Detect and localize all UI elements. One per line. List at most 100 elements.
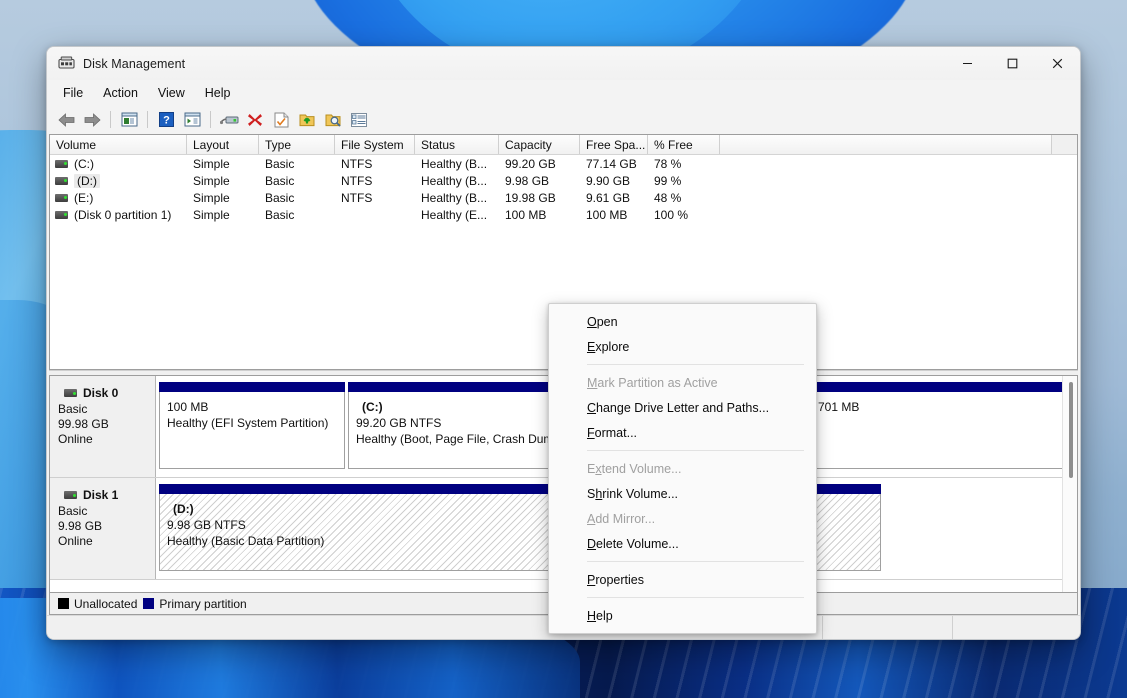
title-bar: Disk Management <box>47 47 1080 80</box>
menu-file[interactable]: File <box>54 83 92 103</box>
volume-row[interactable]: (D:) Simple Basic NTFS Healthy (B... 9.98 GB 9… <box>50 172 1077 189</box>
column-header-layout[interactable]: Layout <box>187 135 259 154</box>
properties-search-icon[interactable] <box>321 109 345 131</box>
menu-help[interactable]: Help <box>196 83 240 103</box>
rescan-disks-icon[interactable] <box>295 109 319 131</box>
column-header-file-system[interactable]: File System <box>335 135 415 154</box>
back-arrow-icon[interactable] <box>54 109 78 131</box>
column-header-capacity[interactable]: Capacity <box>499 135 580 154</box>
cell-layout: Simple <box>193 190 230 205</box>
cell-file-system: NTFS <box>341 190 373 205</box>
cell-percent-free: 100 % <box>654 207 689 222</box>
help-icon[interactable]: ? <box>154 109 178 131</box>
scrollbar-thumb[interactable] <box>1069 382 1073 478</box>
column-header-volume[interactable]: Volume <box>50 135 187 154</box>
show-hide-console-tree-icon[interactable] <box>117 109 141 131</box>
disk-name: Disk 0 <box>83 386 119 400</box>
desktop-background: Disk Management File Action View Help ? Vol <box>0 0 1127 698</box>
legend-label: Primary partition <box>159 596 247 611</box>
all-tasks-icon[interactable] <box>347 109 371 131</box>
menu-item-label: Add Mirror... <box>587 511 656 526</box>
volume-drive-icon <box>55 193 68 202</box>
cell-type: Basic <box>265 156 295 171</box>
volume-list-rows: (C:) Simple Basic NTFS Healthy (B... 99.20 GB… <box>50 155 1077 223</box>
title-bar-left: Disk Management <box>47 56 185 71</box>
show-hide-action-pane-icon[interactable] <box>180 109 204 131</box>
status-bar-segment-1 <box>822 615 952 639</box>
disk-status: Online <box>58 432 93 446</box>
cell-free-space: 9.90 GB <box>586 173 631 188</box>
context-menu-item-delete-volume[interactable]: Delete Volume... <box>549 531 816 556</box>
volume-row[interactable]: (E:) Simple Basic NTFS Healthy (B... 19.98 GB… <box>50 189 1077 206</box>
partition-body: 100 MB Healthy (EFI System Partition) <box>159 392 345 469</box>
menu-item-label: Open <box>587 314 618 329</box>
maximize-button[interactable] <box>990 47 1035 80</box>
refresh-icon[interactable] <box>269 109 293 131</box>
window-controls <box>945 47 1080 80</box>
svg-text:?: ? <box>163 115 170 127</box>
cell-capacity: 100 MB <box>505 207 547 222</box>
partition-size: 701 MB <box>818 400 860 414</box>
cell-percent-free: 99 % <box>654 173 682 188</box>
menu-item-label: Shrink Volume... <box>587 486 679 501</box>
context-menu[interactable]: Open Explore Mark Partition as Active Chang… <box>548 303 817 634</box>
legend-item: Primary partition <box>143 596 247 611</box>
volume-name: (E:) <box>74 190 94 205</box>
menu-bar: File Action View Help <box>47 80 1080 106</box>
menu-action[interactable]: Action <box>94 83 147 103</box>
context-menu-item-shrink-volume[interactable]: Shrink Volume... <box>549 481 816 506</box>
context-menu-item-open[interactable]: Open <box>549 309 816 334</box>
column-header-free-spa[interactable]: Free Spa... <box>580 135 648 154</box>
disk-size: 99.98 GB <box>58 417 109 431</box>
forward-arrow-icon[interactable] <box>80 109 104 131</box>
context-menu-item-add-mirror: Add Mirror... <box>549 506 816 531</box>
cell-volume: (Disk 0 partition 1) <box>50 208 187 222</box>
cell-percent-free: 78 % <box>654 156 682 171</box>
context-menu-item-mark-partition-as-active: Mark Partition as Active <box>549 370 816 395</box>
column-header-status[interactable]: Status <box>415 135 499 154</box>
connect-to-another-computer-icon[interactable] <box>217 109 241 131</box>
context-menu-item-help[interactable]: Help <box>549 603 816 628</box>
column-header-type[interactable]: Type <box>259 135 335 154</box>
legend-swatch <box>143 598 155 609</box>
toolbar-separator <box>210 111 211 128</box>
context-menu-item-explore[interactable]: Explore <box>549 334 816 359</box>
cell-type: Basic <box>265 207 295 222</box>
disk-size: 9.98 GB <box>58 519 103 533</box>
cell-layout: Simple <box>193 156 230 171</box>
partition-type-bar <box>159 382 345 392</box>
close-button[interactable] <box>1035 47 1080 80</box>
volume-row[interactable]: (Disk 0 partition 1) Simple Basic Healthy (… <box>50 206 1077 223</box>
column-header-blank[interactable] <box>720 135 1052 154</box>
volume-name: (Disk 0 partition 1) <box>74 207 172 222</box>
disk-management-window: Disk Management File Action View Help ? Vol <box>46 46 1081 640</box>
volume-drive-icon <box>55 159 68 168</box>
window-title: Disk Management <box>83 56 186 71</box>
menu-item-label: Properties <box>587 572 644 587</box>
column-header--free[interactable]: % Free <box>648 135 720 154</box>
volume-row[interactable]: (C:) Simple Basic NTFS Healthy (B... 99.20 GB… <box>50 155 1077 172</box>
minimize-button[interactable] <box>945 47 990 80</box>
menu-view[interactable]: View <box>149 83 194 103</box>
cell-capacity: 99.20 GB <box>505 156 556 171</box>
disk-type: Basic <box>58 504 88 518</box>
disk-info-panel[interactable]: Disk 0 Basic 99.98 GB Online <box>50 376 156 477</box>
toolbar-separator <box>110 111 111 128</box>
cell-volume: (C:) <box>50 157 187 171</box>
disk-icon <box>64 491 77 499</box>
cell-status: Healthy (E... <box>421 207 488 222</box>
partition-type-bar <box>810 382 1068 392</box>
volume-list-header: Volume Layout Type File System Status Capacit… <box>50 135 1077 155</box>
context-menu-separator <box>587 597 804 598</box>
partition-block[interactable]: 701 MB <box>810 382 1068 469</box>
context-menu-item-extend-volume: Extend Volume... <box>549 456 816 481</box>
context-menu-item-properties[interactable]: Properties <box>549 567 816 592</box>
partition-block[interactable]: 100 MB Healthy (EFI System Partition) <box>159 382 345 469</box>
cell-type: Basic <box>265 173 295 188</box>
disk-title: Disk 1 <box>58 488 155 502</box>
context-menu-item-format[interactable]: Format... <box>549 420 816 445</box>
context-menu-item-change-drive-letter-and-paths[interactable]: Change Drive Letter and Paths... <box>549 395 816 420</box>
graphical-view-scrollbar[interactable] <box>1062 376 1077 592</box>
disk-info-panel[interactable]: Disk 1 Basic 9.98 GB Online <box>50 478 156 579</box>
delete-icon[interactable] <box>243 109 267 131</box>
